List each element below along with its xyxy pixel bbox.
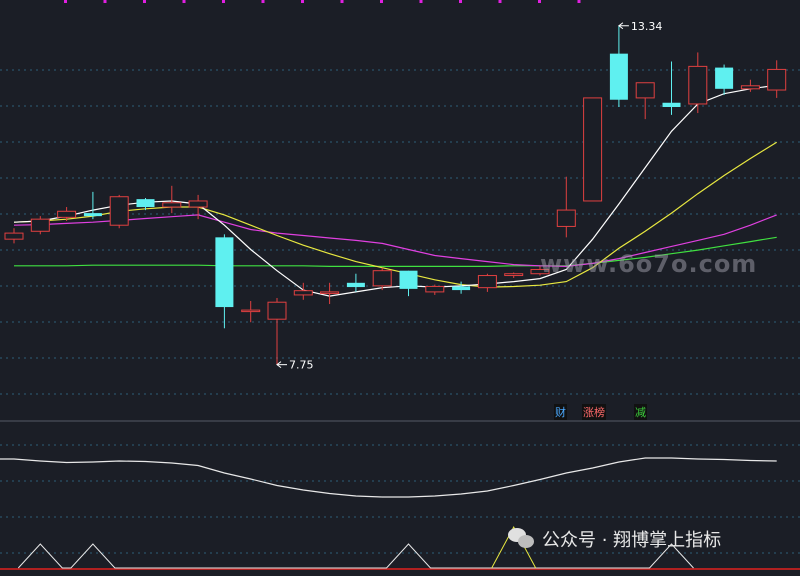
candle-body-up xyxy=(109,196,129,226)
candle-body-up xyxy=(267,301,287,320)
candle-body-up xyxy=(241,309,261,313)
candle-body-up xyxy=(372,270,392,287)
candle-body-up xyxy=(583,97,603,202)
kline-chart: 13.34 7.75 xyxy=(0,0,800,570)
oscillator-line xyxy=(0,457,777,498)
account-watermark-text: 公众号 · 翔博掌上指标 xyxy=(542,530,722,551)
candle-body-up xyxy=(688,65,708,105)
candle-body-down xyxy=(609,53,628,100)
signal-tag-zhangbang: 涨榜 xyxy=(582,404,606,420)
candle-body-up xyxy=(293,290,313,296)
candle-body-down xyxy=(83,213,102,217)
candle-body-up xyxy=(4,232,24,240)
account-watermark: 公众号 · 翔博掌上指标 xyxy=(508,526,721,552)
top-tick-mark xyxy=(577,0,581,3)
wechat-icon xyxy=(508,528,536,550)
candle-body-up xyxy=(767,68,787,91)
site-watermark: www.6o7o.com xyxy=(540,250,758,278)
candle-body-up xyxy=(425,285,445,293)
candle-body-up xyxy=(556,209,576,227)
candle-body-down xyxy=(662,102,681,107)
top-tick-mark xyxy=(103,0,107,3)
candle-body-up xyxy=(477,275,497,289)
candle-body-down xyxy=(399,270,418,289)
top-tick-mark xyxy=(459,0,462,3)
top-tick-mark xyxy=(538,0,541,3)
chart-stage: 13.34 7.75 财 涨榜 减 www.6o7o.com 公众号 · 翔博掌上… xyxy=(0,0,800,572)
candle-body-up xyxy=(57,210,77,218)
candle-body-up xyxy=(320,291,340,294)
candle-body-down xyxy=(452,286,471,291)
candle-body-up xyxy=(635,82,655,99)
candle-body-up xyxy=(740,85,760,90)
candle-body-down xyxy=(346,282,365,288)
top-tick-mark xyxy=(380,0,383,3)
top-tick-mark xyxy=(143,0,146,3)
signal-tag-cai: 财 xyxy=(554,404,567,420)
candle-body-up xyxy=(504,273,524,277)
candle-body-down xyxy=(215,237,234,308)
top-tick-mark xyxy=(222,0,225,3)
candle-body-down xyxy=(136,199,155,208)
candle-body-up xyxy=(162,202,182,208)
price-annotation-label: 7.75 xyxy=(289,359,314,372)
candle-body-up xyxy=(188,200,208,208)
top-tick-mark xyxy=(64,0,67,3)
top-tick-mark xyxy=(340,0,344,3)
top-tick-mark xyxy=(419,0,423,3)
top-tick-mark xyxy=(182,0,186,3)
price-annotation-label: 13.34 xyxy=(631,20,663,33)
top-tick-mark xyxy=(301,0,304,3)
signal-tag-jian: 减 xyxy=(634,404,647,420)
candle-body-up xyxy=(30,218,50,232)
candle-body-down xyxy=(715,67,734,89)
top-tick-mark xyxy=(261,0,265,3)
top-tick-mark xyxy=(498,0,502,3)
